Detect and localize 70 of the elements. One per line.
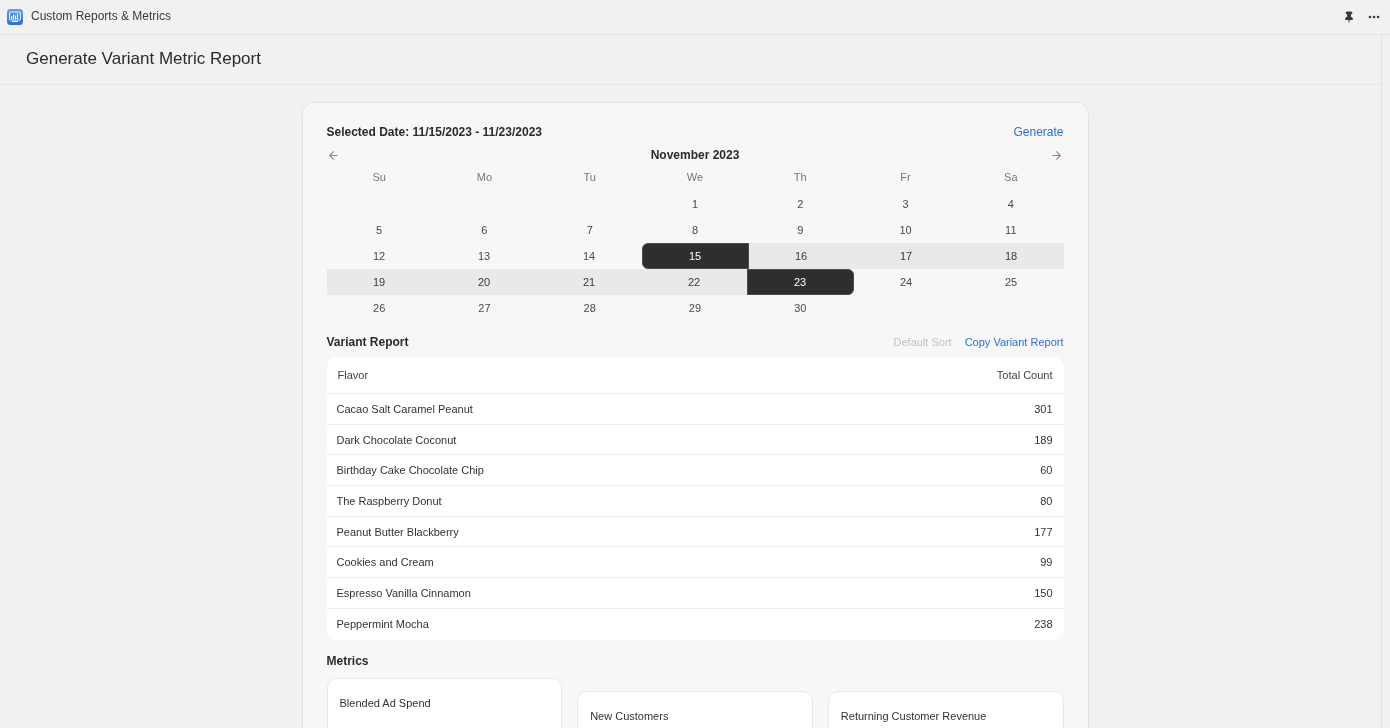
weekday-label: Tu	[583, 170, 596, 184]
metric-title: Returning Customer Revenue	[840, 709, 987, 722]
variant-report-heading: Variant Report	[326, 334, 409, 350]
calendar-day[interactable]: 3	[852, 191, 959, 217]
total-count-cell: 80	[1040, 493, 1053, 508]
flavor-cell: Peppermint Mocha	[336, 617, 429, 632]
copy-variant-report-link[interactable]: Copy Variant Report	[964, 335, 1064, 349]
calendar-day[interactable]: 13	[431, 243, 537, 269]
weekday-label: Th	[793, 170, 807, 184]
calendar-day[interactable]: 7	[537, 217, 643, 243]
flavor-cell: Dark Chocolate Coconut	[336, 432, 457, 447]
calendar-day[interactable]: 28	[537, 295, 643, 321]
calendar-day[interactable]: 23	[746, 269, 854, 295]
calendar-day[interactable]: 27	[431, 295, 538, 321]
total-count-cell: 99	[1040, 555, 1053, 570]
metrics-heading: Metrics	[326, 654, 369, 669]
flavor-cell: Cacao Salt Caramel Peanut	[336, 401, 473, 416]
weekday-label: Fr	[900, 170, 911, 184]
calendar-day[interactable]: 26	[326, 295, 432, 321]
calendar-day[interactable]: 22	[641, 269, 747, 295]
next-month-arrow-icon[interactable]	[1049, 148, 1064, 162]
calendar-day[interactable]: 2	[747, 191, 853, 217]
calendar-day[interactable]: 17	[853, 243, 959, 269]
flavor-cell: The Raspberry Donut	[336, 493, 442, 508]
calendar-day[interactable]: 1	[642, 191, 748, 217]
total-count-cell: 150	[1034, 585, 1053, 600]
total-count-cell: 238	[1034, 617, 1053, 632]
flavor-cell: Birthday Cake Chocolate Chip	[336, 463, 484, 478]
total-count-cell: 177	[1034, 524, 1053, 539]
metric-title: Blended Ad Spend	[339, 696, 431, 709]
app-title: Custom Reports & Metrics	[31, 9, 172, 25]
app-chart-icon	[7, 9, 23, 25]
weekday-label: Su	[372, 170, 386, 184]
generate-link[interactable]: Generate	[1013, 124, 1064, 140]
calendar-day[interactable]: 8	[642, 217, 748, 243]
weekday-label: Sa	[1004, 170, 1018, 184]
weekday-label: Mo	[476, 170, 493, 184]
total-count-cell: 189	[1034, 432, 1053, 447]
calendar-day[interactable]: 11	[958, 217, 1064, 243]
month-title: November 2023	[650, 147, 740, 163]
calendar-day[interactable]: 25	[958, 269, 1064, 295]
page-title: Generate Variant Metric Report	[26, 48, 261, 71]
column-header: Flavor	[337, 368, 369, 382]
total-count-cell: 60	[1040, 463, 1053, 478]
calendar-day[interactable]: 19	[326, 269, 432, 295]
column-header: Total Count	[996, 368, 1053, 382]
pin-icon[interactable]	[1343, 11, 1355, 23]
calendar-day[interactable]: 24	[853, 269, 959, 295]
calendar-day[interactable]: 9	[747, 217, 853, 243]
metric-title: New Customers	[590, 709, 669, 722]
flavor-cell: Espresso Vanilla Cinnamon	[336, 585, 471, 600]
calendar-day[interactable]: 6	[431, 217, 538, 243]
calendar-day[interactable]: 16	[748, 243, 854, 269]
weekday-label: We	[686, 170, 704, 184]
calendar-day[interactable]: 15	[641, 243, 749, 269]
calendar-day[interactable]: 20	[431, 269, 537, 295]
calendar-day[interactable]: 18	[958, 243, 1064, 269]
flavor-cell: Cookies and Cream	[336, 555, 434, 570]
previous-month-arrow-icon[interactable]	[326, 148, 341, 162]
flavor-cell: Peanut Butter Blackberry	[336, 524, 459, 539]
calendar-day[interactable]: 14	[536, 243, 642, 269]
calendar-day[interactable]: 30	[747, 295, 853, 321]
calendar-day[interactable]: 12	[326, 243, 432, 269]
calendar-day[interactable]: 4	[958, 191, 1064, 217]
selected-date-label: Selected Date: 11/15/2023 - 11/23/2023	[326, 124, 542, 140]
calendar-day[interactable]: 5	[326, 217, 432, 243]
total-count-cell: 301	[1034, 401, 1053, 416]
calendar-day[interactable]: 29	[642, 295, 748, 321]
calendar-day[interactable]: 10	[852, 217, 959, 243]
calendar-day[interactable]: 21	[536, 269, 642, 295]
